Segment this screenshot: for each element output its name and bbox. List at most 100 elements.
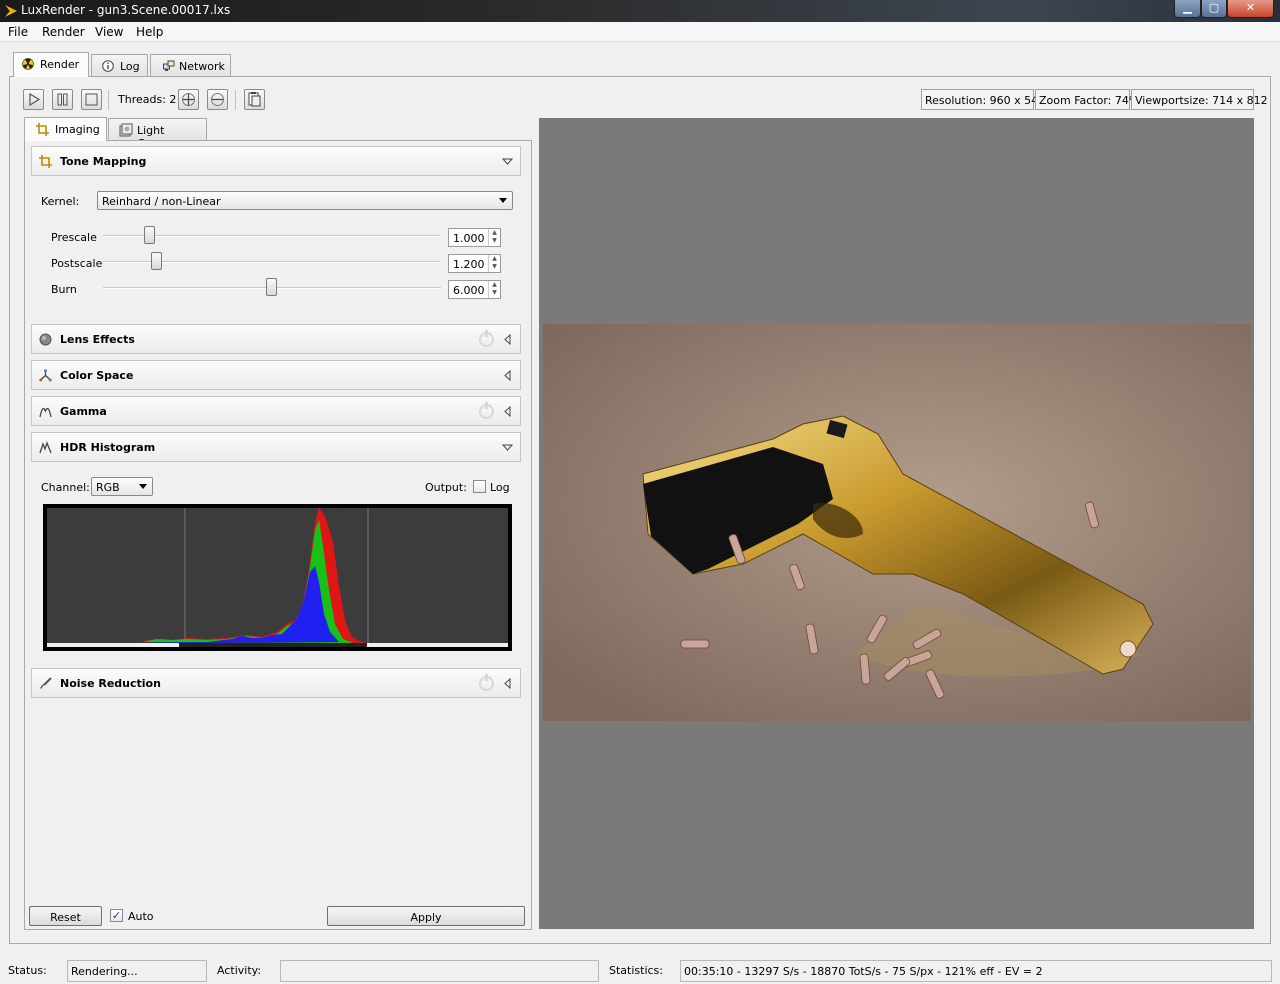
- log-checkbox[interactable]: [473, 480, 486, 493]
- resolution-info: Resolution: 960 x 540: [921, 89, 1045, 110]
- output-label: Output:: [425, 481, 467, 494]
- power-icon[interactable]: [479, 402, 494, 419]
- color-space-title: Color Space: [60, 369, 134, 382]
- burn-slider-thumb[interactable]: [266, 278, 277, 296]
- activity-progress: [280, 960, 599, 982]
- activity-label: Activity:: [217, 964, 262, 977]
- prescale-spinbox[interactable]: 1.000 ▲ ▼: [448, 228, 501, 247]
- maximize-button[interactable]: ▢: [1201, 0, 1227, 18]
- threads-count: Threads: 2: [118, 93, 177, 106]
- kernel-value: Reinhard / non-Linear: [102, 195, 221, 208]
- tab-imaging-label: Imaging: [55, 123, 100, 136]
- auto-label: Auto: [128, 910, 154, 923]
- tab-light-groups[interactable]: Light Groups: [108, 118, 207, 150]
- luxrender-logo-icon: [5, 5, 17, 17]
- chevron-left-icon: [504, 370, 511, 381]
- viewport-size-info: Viewportsize: 714 x 812: [1131, 89, 1268, 110]
- lens-effects-title: Lens Effects: [60, 333, 135, 346]
- window-title: LuxRender - gun3.Scene.00017.lxs: [21, 3, 231, 17]
- apply-button[interactable]: Apply: [327, 906, 525, 926]
- start-render-button[interactable]: [23, 89, 44, 110]
- luxrender-window: LuxRender - gun3.Scene.00017.lxs ▁ ▢ ✕ F…: [0, 0, 1280, 984]
- tone-mapping-header[interactable]: Tone Mapping: [31, 146, 521, 176]
- noise-reduction-title: Noise Reduction: [60, 677, 161, 690]
- histogram-icon: [39, 441, 52, 454]
- remove-thread-icon: [211, 93, 224, 106]
- stop-render-button[interactable]: [81, 89, 102, 110]
- power-icon[interactable]: [479, 330, 494, 347]
- brush-icon: [40, 677, 52, 689]
- channel-value: RGB: [96, 481, 120, 494]
- burn-slider[interactable]: [103, 278, 441, 296]
- rendered-image: [543, 324, 1251, 721]
- minimize-button[interactable]: ▁: [1174, 0, 1201, 18]
- menu-file[interactable]: File: [8, 25, 28, 39]
- gamma-title: Gamma: [60, 405, 107, 418]
- kernel-select[interactable]: Reinhard / non-Linear: [97, 191, 513, 210]
- prescale-value: 1.000: [453, 232, 485, 245]
- tab-network-label: Network: [179, 60, 225, 73]
- chevron-left-icon: [504, 678, 511, 689]
- power-icon[interactable]: [479, 674, 494, 691]
- channel-select[interactable]: RGB: [91, 477, 153, 496]
- spin-arrows-icon[interactable]: ▲ ▼: [488, 255, 500, 272]
- color-space-header[interactable]: Color Space: [31, 360, 521, 390]
- tab-log[interactable]: Log: [91, 54, 148, 76]
- stop-icon: [85, 93, 98, 106]
- gamma-icon: [39, 407, 52, 418]
- statistics-value: 00:35:10 - 13297 S/s - 18870 TotS/s - 75…: [680, 960, 1272, 982]
- channel-label: Channel:: [41, 481, 90, 494]
- lens-icon: [39, 333, 52, 346]
- add-thread-button[interactable]: [178, 89, 199, 110]
- kernel-label: Kernel:: [41, 195, 80, 208]
- pause-icon: [57, 93, 68, 106]
- render-scene: [543, 324, 1251, 721]
- histogram-plot: [47, 508, 508, 647]
- pause-render-button[interactable]: [52, 89, 73, 110]
- reset-button[interactable]: Reset: [29, 906, 102, 926]
- log-label: Log: [490, 481, 510, 494]
- postscale-slider[interactable]: [103, 252, 441, 270]
- chevron-down-icon: [502, 158, 513, 165]
- spin-arrows-icon[interactable]: ▲ ▼: [488, 229, 500, 246]
- prescale-label: Prescale: [51, 231, 97, 244]
- noise-reduction-header[interactable]: Noise Reduction: [31, 668, 521, 698]
- add-thread-icon: [182, 93, 195, 106]
- menu-render[interactable]: Render: [42, 25, 85, 39]
- crop-icon: [36, 123, 49, 136]
- chevron-left-icon: [504, 334, 511, 345]
- postscale-slider-thumb[interactable]: [151, 252, 162, 270]
- menu-bar: File Render View Help: [0, 22, 1280, 42]
- burn-label: Burn: [51, 283, 77, 296]
- hdr-histogram: [43, 504, 512, 651]
- tab-log-label: Log: [120, 60, 140, 73]
- prescale-slider-thumb[interactable]: [144, 226, 155, 244]
- light-groups-icon: [119, 123, 133, 137]
- status-value: Rendering...: [67, 960, 207, 982]
- auto-checkbox[interactable]: ✓: [110, 909, 123, 922]
- postscale-label: Postscale: [51, 257, 103, 270]
- remove-thread-button[interactable]: [207, 89, 228, 110]
- chevron-left-icon: [504, 406, 511, 417]
- tab-render[interactable]: Render: [13, 52, 89, 77]
- menu-view[interactable]: View: [95, 25, 123, 39]
- spin-arrows-icon[interactable]: ▲ ▼: [488, 281, 500, 298]
- hdr-histogram-header[interactable]: HDR Histogram: [31, 432, 521, 462]
- tab-network[interactable]: Network: [150, 54, 231, 76]
- status-label: Status:: [8, 964, 47, 977]
- dropdown-arrow-icon: [139, 484, 147, 489]
- postscale-spinbox[interactable]: 1.200 ▲ ▼: [448, 254, 501, 273]
- menu-help[interactable]: Help: [136, 25, 163, 39]
- network-icon: [163, 60, 175, 71]
- close-button[interactable]: ✕: [1227, 0, 1274, 18]
- tab-imaging[interactable]: Imaging: [24, 117, 107, 141]
- burn-spinbox[interactable]: 6.000 ▲ ▼: [448, 280, 501, 299]
- tab-render-label: Render: [40, 58, 80, 71]
- chevron-down-icon: [502, 444, 513, 451]
- gamma-header[interactable]: Gamma: [31, 396, 521, 426]
- lens-effects-header[interactable]: Lens Effects: [31, 324, 521, 354]
- prescale-slider[interactable]: [103, 226, 441, 244]
- info-icon: [102, 60, 114, 72]
- zoom-factor-info: Zoom Factor: 74%: [1035, 89, 1139, 110]
- copy-to-clipboard-button[interactable]: [244, 89, 265, 110]
